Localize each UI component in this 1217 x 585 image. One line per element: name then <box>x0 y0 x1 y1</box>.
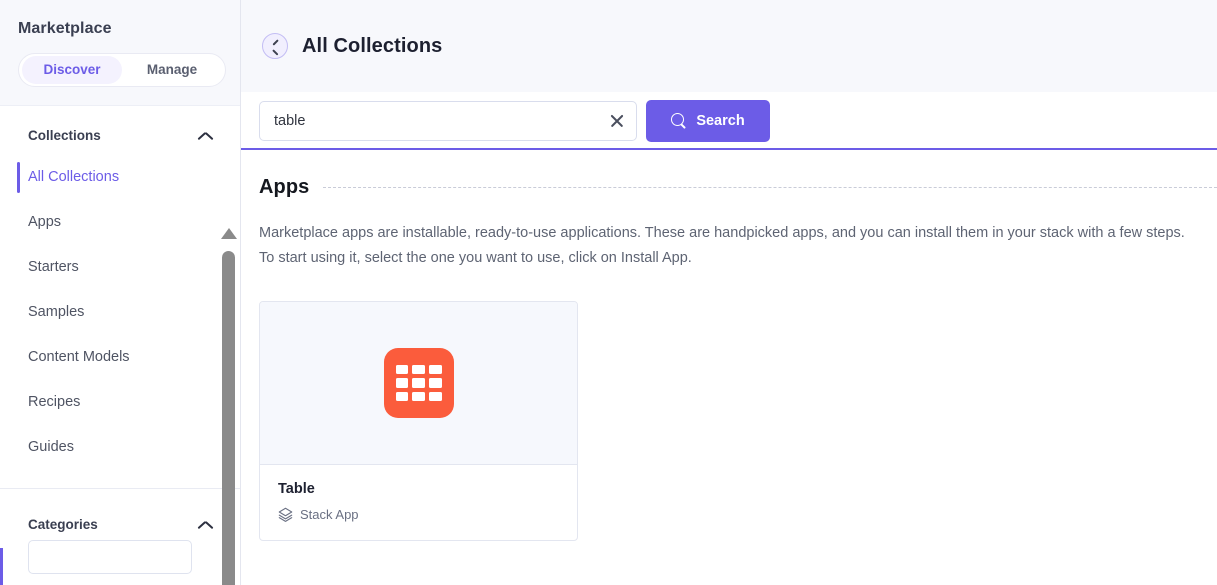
table-grid-icon <box>383 348 454 418</box>
page-title: All Collections <box>302 34 443 57</box>
sidebar-item-apps[interactable]: Apps <box>0 200 240 245</box>
app-card-thumbnail <box>260 302 577 465</box>
section-divider <box>323 187 1217 188</box>
scrollbar-thumb[interactable] <box>222 251 235 585</box>
sidebar-title: Marketplace <box>18 20 112 37</box>
sidebar-item-recipes[interactable]: Recipes <box>0 380 240 425</box>
app-card-type-label: Stack App <box>300 507 359 522</box>
search-button-label: Search <box>696 112 745 129</box>
layers-icon <box>278 507 293 522</box>
content-area: Apps Marketplace apps are installable, r… <box>241 150 1217 585</box>
scroll-up-arrow-icon[interactable] <box>221 228 237 239</box>
page-header: All Collections <box>241 0 1217 93</box>
back-button[interactable] <box>262 33 288 59</box>
sidebar-scroll-area: Collections All Collections Apps Starter… <box>0 106 240 585</box>
tab-discover[interactable]: Discover <box>22 56 122 84</box>
search-field[interactable] <box>259 100 637 141</box>
sidebar-section-collections-label: Collections <box>28 128 101 143</box>
sidebar-item-samples[interactable]: Samples <box>0 290 240 335</box>
close-icon[interactable] <box>608 112 626 130</box>
chevron-up-icon[interactable] <box>198 131 214 141</box>
section-title: Apps <box>259 176 310 198</box>
search-button[interactable]: Search <box>646 99 770 142</box>
sidebar-item-content-models[interactable]: Content Models <box>0 335 240 380</box>
app-card-table[interactable]: Table Stack App <box>259 301 578 541</box>
categories-filter-input[interactable] <box>28 540 192 574</box>
sidebar-nav-collections: All Collections Apps Starters Samples Co… <box>0 151 240 470</box>
search-input[interactable] <box>260 101 636 140</box>
chevron-left-icon <box>270 41 281 52</box>
marketplace-page: Marketplace Discover Manage Collections … <box>0 0 1217 585</box>
search-icon <box>671 112 687 129</box>
sidebar: Marketplace Discover Manage Collections … <box>0 0 241 585</box>
main-panel: All Collections Search Apps Marketplace … <box>241 0 1217 585</box>
tab-manage[interactable]: Manage <box>122 56 222 84</box>
sidebar-item-guides[interactable]: Guides <box>0 425 240 470</box>
app-card-grid: Table Stack App <box>259 301 1217 541</box>
section-description: Marketplace apps are installable, ready-… <box>259 225 1185 266</box>
sidebar-header: Marketplace Discover Manage <box>0 0 240 106</box>
section-heading-row: Apps <box>259 176 1217 199</box>
sidebar-edge-accent <box>0 548 3 585</box>
app-card-title: Table <box>278 481 315 497</box>
search-bar: Search <box>241 93 1217 150</box>
app-card-body: Table Stack App <box>260 465 577 540</box>
sidebar-section-collections-header[interactable]: Collections <box>0 106 240 151</box>
sidebar-section-categories-label: Categories <box>28 517 98 532</box>
app-card-meta: Stack App <box>278 507 559 522</box>
sidebar-item-starters[interactable]: Starters <box>0 245 240 290</box>
sidebar-section-categories-header[interactable]: Categories <box>0 489 240 540</box>
chevron-up-icon[interactable] <box>198 520 214 530</box>
sidebar-mode-toggle[interactable]: Discover Manage <box>18 53 226 87</box>
sidebar-scrollbar[interactable] <box>220 226 237 585</box>
sidebar-item-all-collections[interactable]: All Collections <box>0 155 240 200</box>
